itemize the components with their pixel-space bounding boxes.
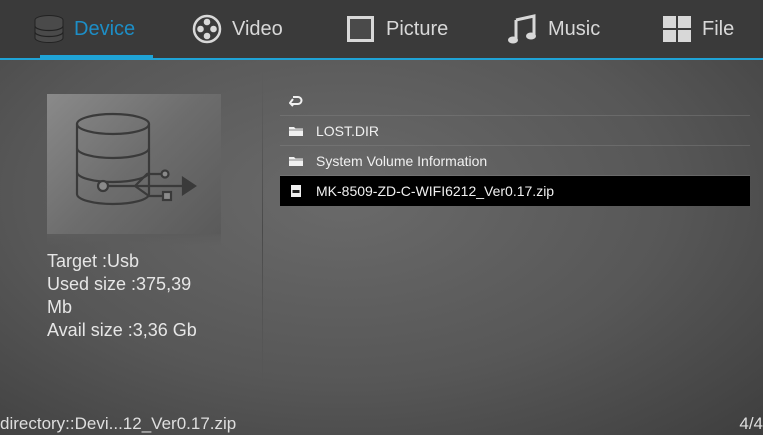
list-item-label: System Volume Information: [316, 152, 488, 169]
list-item-lost-dir[interactable]: LOST.DIR: [280, 116, 750, 146]
list-item-label: LOST.DIR: [316, 122, 380, 139]
txt-file-icon: [288, 184, 304, 198]
tab-music-label: Music: [548, 17, 601, 40]
file-count-text: 4/4: [739, 414, 763, 433]
panel-divider: [262, 70, 263, 390]
tab-file-label: File: [702, 17, 735, 40]
folder-icon: [288, 154, 304, 168]
usb-database-icon: [75, 112, 197, 206]
list-item-label: MK-8509-ZD-C-WIFI6212_Ver0.17.zip: [316, 182, 555, 199]
list-item-back[interactable]: [280, 86, 750, 116]
list-item-system-volume-information[interactable]: System Volume Information: [280, 146, 750, 176]
tab-picture-label: Picture: [386, 17, 449, 40]
tab-file[interactable]: File: [660, 0, 734, 58]
target-text: Target :Usb: [47, 251, 140, 271]
file-list[interactable]: LOST.DIR System Volume Information MK-85…: [280, 86, 750, 206]
list-item-zip-file[interactable]: MK-8509-ZD-C-WIFI6212_Ver0.17.zip: [280, 176, 750, 206]
tab-music[interactable]: Music: [506, 0, 600, 58]
database-icon: [34, 15, 64, 43]
tab-video[interactable]: Video: [190, 0, 283, 58]
used-size-unit-text: Mb: [47, 297, 73, 317]
media-tab-bar: Device Video Picture Music File: [0, 0, 763, 60]
back-arrow-icon: [288, 94, 304, 108]
picture-frame-icon: [347, 16, 374, 42]
folder-icon: [288, 124, 304, 138]
used-size-text: Used size :375,39: [47, 274, 192, 294]
usb-device-thumbnail: [47, 94, 221, 246]
grid-file-icon: [663, 16, 691, 42]
tab-video-label: Video: [232, 17, 283, 40]
device-info: Target :Usb Used size :375,39 Mb Avail s…: [47, 250, 247, 342]
current-path-text: directory::Devi...12_Ver0.17.zip: [0, 414, 237, 433]
tab-device-label: Device: [74, 17, 136, 40]
film-reel-icon: [192, 14, 222, 44]
tab-picture[interactable]: Picture: [344, 0, 448, 58]
music-note-icon: [508, 14, 536, 44]
tab-device[interactable]: Device: [32, 0, 154, 58]
avail-size-text: Avail size :3,36 Gb: [47, 320, 197, 340]
